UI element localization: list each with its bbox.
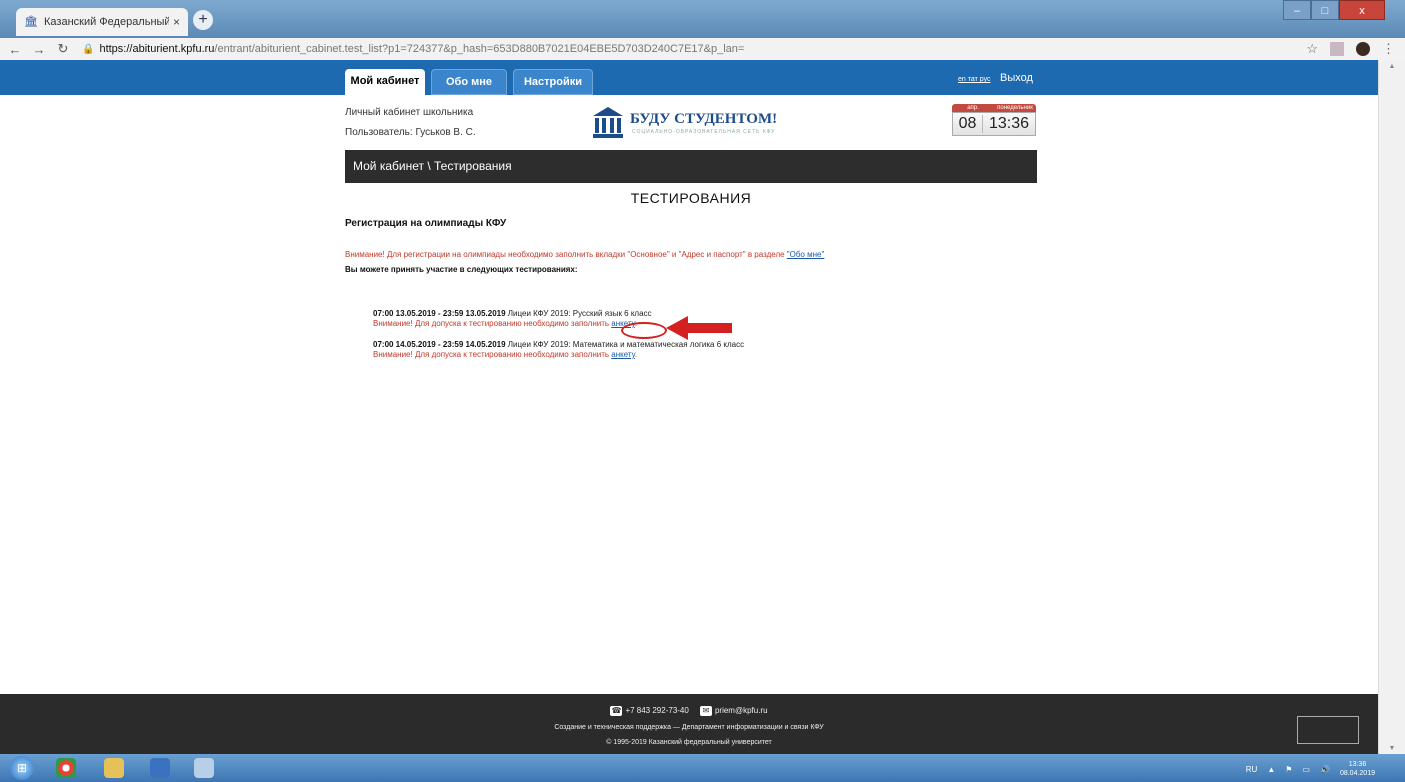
footer-phone: +7 843 292-73-40 (625, 706, 689, 716)
date-weekday: понедельник (997, 105, 1033, 111)
tray-expand-icon[interactable]: ▲ (1267, 765, 1275, 774)
tab-about-me[interactable]: Обо мне (431, 69, 507, 95)
test-item: 07:00 14.05.2019 - 23:59 14.05.2019 Лице… (373, 340, 744, 359)
toolbar-icons: ☆ ⋮ (1306, 41, 1395, 57)
section-title: Регистрация на олимпиады КФУ (345, 218, 507, 229)
windows-start-icon[interactable]: ⊞ (10, 756, 34, 780)
page-title: ТЕСТИРОВАНИЯ (630, 190, 752, 206)
network-icon[interactable]: ▭ (1302, 765, 1310, 774)
test-name: Лицеи КФУ 2019: Русский язык 6 класс (505, 309, 652, 318)
university-favicon-icon: 🏛 (24, 16, 38, 28)
system-tray: RU ▲ ⚑ ▭ 🔊 13:36 08.04.2019 (1246, 760, 1375, 778)
maximize-button[interactable]: □ (1311, 0, 1339, 20)
annotation-circle (621, 322, 667, 339)
menu-dots-icon[interactable]: ⋮ (1382, 41, 1395, 57)
paint-icon[interactable] (194, 758, 214, 778)
logo-text: БУДУ СТУДЕНТОМ! (630, 111, 778, 127)
scrollbar[interactable]: ▲ ▼ (1378, 60, 1405, 754)
logo-subtext: СОЦИАЛЬНО-ОБРАЗОВАТЕЛЬНАЯ СЕТЬ КФУ (632, 129, 776, 135)
annotation-arrow-icon (666, 316, 732, 340)
questionnaire-link[interactable]: анкету (611, 350, 635, 359)
tray-clock[interactable]: 13:36 08.04.2019 (1340, 760, 1375, 778)
footer-email[interactable]: priem@kpfu.ru (715, 706, 768, 715)
close-window-button[interactable]: x (1339, 0, 1385, 20)
window-controls: – □ x (1283, 0, 1385, 20)
folder-icon[interactable] (104, 758, 124, 778)
footer-copyright: © 1995-2019 Казанский федеральный универ… (606, 739, 772, 746)
chrome-icon[interactable] (56, 758, 76, 778)
flag-icon[interactable]: ⚑ (1285, 765, 1292, 774)
browser-titlebar: 🏛 Казанский Федеральный Униве × + – □ x (0, 0, 1405, 38)
media-player-icon[interactable] (150, 758, 170, 778)
warning-text: Внимание! Для регистрации на олимпиады н… (345, 250, 787, 259)
new-tab-button[interactable]: + (193, 10, 213, 30)
olympiad-warning: Внимание! Для регистрации на олимпиады н… (345, 250, 824, 259)
profile-avatar-icon[interactable] (1356, 42, 1370, 56)
scroll-down-icon[interactable]: ▼ (1379, 745, 1405, 752)
address-bar: ← → ↻ 🔒 https://abiturient.kpfu.ru/entra… (0, 38, 1405, 60)
forward-icon[interactable]: → (30, 42, 48, 57)
volume-icon[interactable]: 🔊 (1320, 765, 1330, 774)
clock-date: 08.04.2019 (1339, 770, 1375, 777)
language-indicator[interactable]: RU (1246, 765, 1258, 774)
cabinet-type: Личный кабинет школьника (345, 107, 474, 118)
test-dates: 07:00 13.05.2019 - 23:59 13.05.2019 (373, 309, 506, 318)
url-field[interactable]: 🔒 https://abiturient.kpfu.ru/entrant/abi… (82, 43, 744, 55)
scroll-up-icon[interactable]: ▲ (1379, 63, 1405, 70)
url-host: https://abiturient.kpfu.ru (99, 43, 215, 55)
user-name: Пользователь: Гуськов В. С. (345, 127, 476, 138)
test-item: 07:00 13.05.2019 - 23:59 13.05.2019 Лице… (373, 309, 652, 328)
date-widget: апр. понедельник 08 13:36 (952, 104, 1036, 136)
footer-contacts: ☎ +7 843 292-73-40 ✉ priem@kpfu.ru (0, 706, 1378, 716)
language-switcher[interactable]: en тат рус (958, 76, 990, 83)
test-dates: 07:00 14.05.2019 - 23:59 14.05.2019 (373, 340, 506, 349)
page-viewport: Мой кабинет Обо мне Настройки en тат рус… (0, 60, 1405, 754)
reload-icon[interactable]: ↻ (54, 41, 72, 57)
about-me-link[interactable]: "Обо мне" (787, 250, 825, 259)
browser-tab[interactable]: 🏛 Казанский Федеральный Униве × (16, 8, 188, 36)
building-logo-icon (593, 107, 623, 138)
footer-support: Создание и техническая поддержка — Депар… (554, 724, 824, 731)
site-nav-bar: Мой кабинет Обо мне Настройки en тат рус… (0, 60, 1378, 95)
extension-icon[interactable] (1330, 42, 1344, 56)
clock-time: 13:36 (1348, 761, 1367, 768)
minimize-button[interactable]: – (1283, 0, 1311, 20)
site-footer: ☎ +7 843 292-73-40 ✉ priem@kpfu.ru Создани… (0, 694, 1378, 754)
tab-close-icon[interactable]: × (173, 15, 180, 29)
tab-settings[interactable]: Настройки (513, 69, 593, 95)
counter-image[interactable] (1297, 716, 1359, 744)
date-time: 13:36 (988, 115, 1030, 132)
date-month: апр. (967, 105, 979, 111)
date-day: 08 (953, 115, 983, 133)
test-note-end: . (634, 350, 638, 359)
tab-title: Казанский Федеральный Униве (44, 16, 169, 28)
email-icon: ✉ (699, 706, 712, 716)
breadcrumb: Мой кабинет \ Тестирования (345, 150, 1037, 183)
windows-taskbar: ⊞ RU ▲ ⚑ ▭ 🔊 13:36 08.04.2019 (0, 754, 1405, 782)
test-name: Лицеи КФУ 2019: Математика и математичес… (505, 340, 745, 349)
back-icon[interactable]: ← (6, 42, 24, 57)
test-note: Внимание! Для допуска к тестированию нео… (373, 350, 612, 359)
site-logo[interactable]: БУДУ СТУДЕНТОМ! СОЦИАЛЬНО-ОБРАЗОВАТЕЛЬНА… (592, 105, 812, 141)
logout-link[interactable]: Выход (1000, 72, 1033, 84)
bookmark-star-icon[interactable]: ☆ (1306, 41, 1318, 57)
test-note: Внимание! Для допуска к тестированию нео… (373, 319, 612, 328)
url-path: /entrant/abiturient_cabinet.test_list?p1… (214, 43, 745, 55)
lock-icon: 🔒 (82, 43, 95, 55)
phone-icon: ☎ (610, 706, 623, 716)
tab-my-cabinet[interactable]: Мой кабинет (345, 69, 425, 95)
tests-subtitle: Вы можете принять участие в следующих те… (345, 265, 578, 274)
